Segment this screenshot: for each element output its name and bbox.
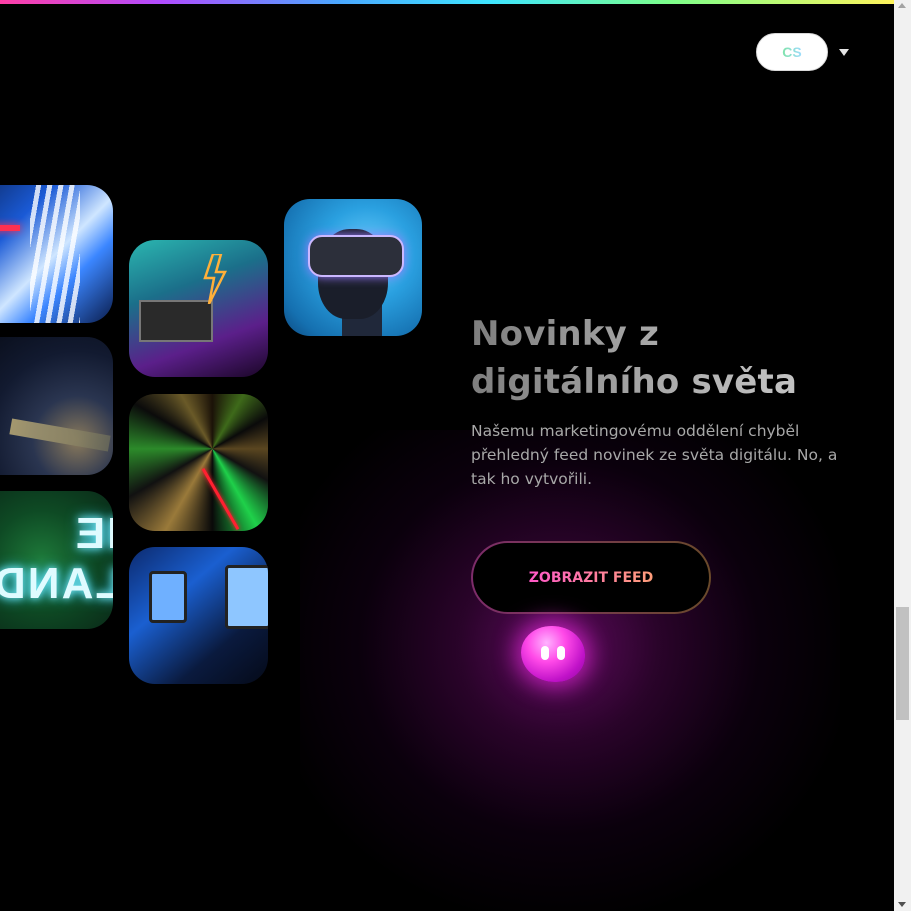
- lightning-icon: [203, 254, 227, 304]
- laptop-phone-desk-photo: [129, 547, 268, 684]
- neon-the-island-sign-photo: THE ISLAND: [0, 491, 113, 629]
- vr-headset-person-photo: [284, 199, 422, 336]
- mascot-right-eye: [557, 646, 565, 660]
- show-feed-button-label: ZOBRAZIT FEED: [528, 569, 654, 586]
- rainbow-top-bar: [0, 0, 894, 4]
- neon-sign-text: THE ISLAND: [0, 509, 113, 608]
- show-feed-button[interactable]: ZOBRAZIT FEED: [471, 541, 711, 614]
- scroll-up-arrow-icon[interactable]: [898, 3, 906, 8]
- vr-headset-visor: [308, 235, 404, 277]
- scrollbar[interactable]: [894, 0, 911, 911]
- scroll-down-arrow-icon[interactable]: [898, 902, 906, 907]
- language-selector[interactable]: CS: [756, 33, 828, 71]
- abstract-burst-photo: [129, 394, 268, 531]
- hero-title: Novinky z digitálního světa: [471, 310, 871, 406]
- hero-title-line-1: Novinky z: [471, 314, 660, 354]
- pink-blob-mascot: [521, 626, 585, 682]
- chevron-down-icon[interactable]: [839, 49, 849, 56]
- neon-signs-photo: [0, 185, 113, 323]
- hand-on-device-photo: [0, 337, 113, 475]
- neon-lightning-studio-photo: [129, 240, 268, 377]
- mascot-left-eye: [541, 646, 549, 660]
- hero-title-line-2: digitálního světa: [471, 362, 798, 402]
- language-code: CS: [782, 44, 802, 60]
- hero-description: Našemu marketingovému oddělení chyběl př…: [471, 422, 838, 488]
- scrollbar-thumb[interactable]: [896, 607, 909, 720]
